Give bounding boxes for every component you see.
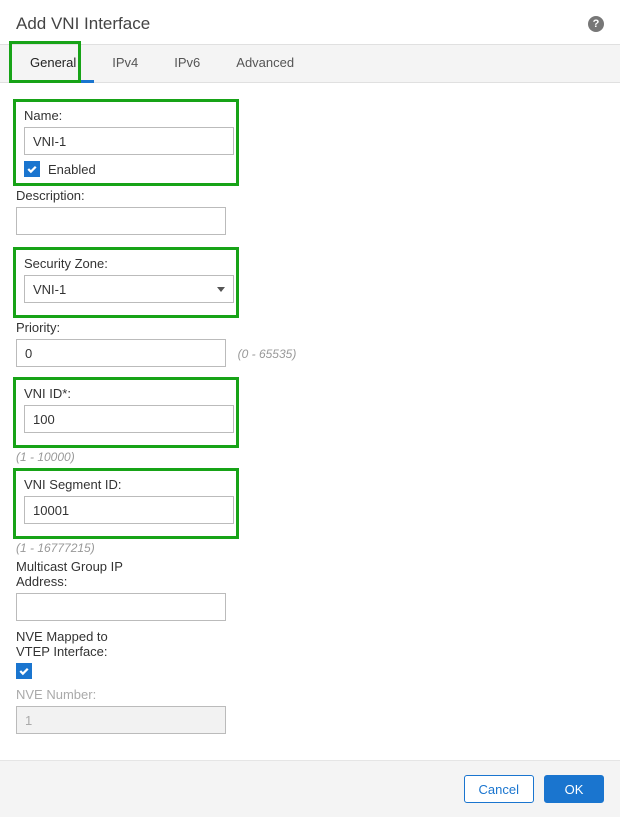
- description-field[interactable]: [16, 207, 226, 235]
- nve-mapped-checkbox[interactable]: [16, 663, 32, 679]
- cancel-button[interactable]: Cancel: [464, 775, 534, 803]
- segment-id-field[interactable]: [24, 496, 234, 524]
- ok-button[interactable]: OK: [544, 775, 604, 803]
- highlight-box: VNI ID*:: [13, 377, 239, 448]
- vni-id-field[interactable]: [24, 405, 234, 433]
- tab-bar: General IPv4 IPv6 Advanced: [0, 44, 620, 83]
- name-label: Name:: [24, 108, 228, 123]
- multicast-field[interactable]: [16, 593, 226, 621]
- nve-mapped-label: NVE Mapped to VTEP Interface:: [16, 629, 126, 659]
- tab-ipv4[interactable]: IPv4: [94, 45, 156, 83]
- dialog-footer: Cancel OK: [0, 760, 620, 817]
- chevron-down-icon: [217, 287, 225, 292]
- security-zone-label: Security Zone:: [24, 256, 228, 271]
- name-field[interactable]: [24, 127, 234, 155]
- tab-general[interactable]: General: [12, 45, 94, 83]
- tab-advanced[interactable]: Advanced: [218, 45, 312, 83]
- segment-id-hint: (1 - 16777215): [16, 541, 604, 555]
- help-icon[interactable]: ?: [588, 16, 604, 32]
- vni-id-label: VNI ID*:: [24, 386, 228, 401]
- segment-id-label: VNI Segment ID:: [24, 477, 228, 492]
- check-icon: [18, 665, 30, 677]
- priority-field[interactable]: [16, 339, 226, 367]
- vni-id-hint: (1 - 10000): [16, 450, 604, 464]
- enabled-label: Enabled: [48, 162, 96, 177]
- security-zone-select[interactable]: VNI-1: [24, 275, 234, 303]
- enabled-checkbox[interactable]: [24, 161, 40, 177]
- multicast-label: Multicast Group IP Address:: [16, 559, 136, 589]
- highlight-box: VNI Segment ID:: [13, 468, 239, 539]
- nve-number-label: NVE Number:: [16, 687, 604, 702]
- nve-number-field: [16, 706, 226, 734]
- priority-label: Priority:: [16, 320, 604, 335]
- security-zone-value: VNI-1: [33, 282, 66, 297]
- check-icon: [26, 163, 38, 175]
- highlight-box: Name: Enabled: [13, 99, 239, 186]
- tab-ipv6[interactable]: IPv6: [156, 45, 218, 83]
- dialog-title: Add VNI Interface: [16, 14, 150, 34]
- priority-hint: (0 - 65535): [238, 347, 297, 361]
- highlight-box: Security Zone: VNI-1: [13, 247, 239, 318]
- description-label: Description:: [16, 188, 604, 203]
